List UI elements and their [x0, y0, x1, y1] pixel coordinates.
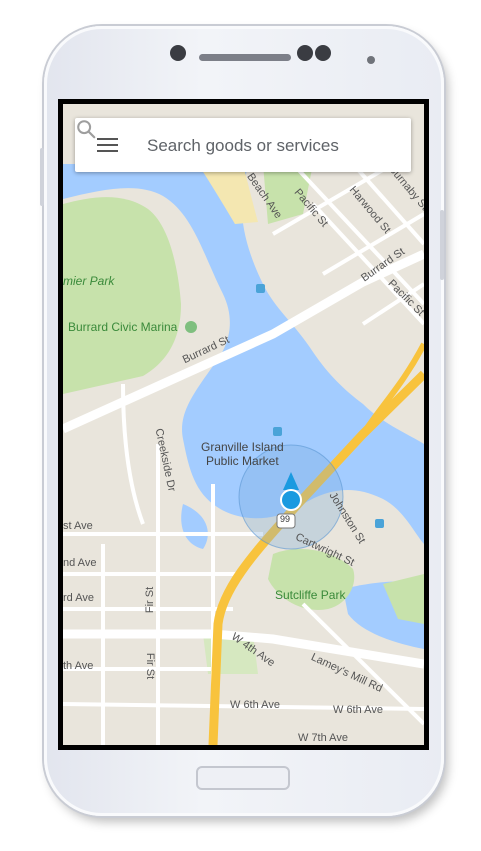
label-marina: Burrard Civic Marina: [68, 320, 178, 334]
volume-button: [40, 148, 44, 206]
label-fir-st: Fir St: [144, 652, 157, 680]
marina-icon: [185, 321, 197, 333]
boat-icon-2: [273, 427, 282, 436]
label-market: Granville Island Public Market: [201, 440, 284, 468]
label-fir-st-upper: Fir St: [144, 586, 157, 614]
label-w-7th-ave: W 7th Ave: [298, 732, 348, 744]
label-sutcliffe-park: Sutcliffe Park: [275, 588, 346, 602]
phone-screen: Pacific St Beach Ave Harwood St Burnaby …: [58, 99, 429, 750]
menu-icon[interactable]: [97, 138, 118, 153]
map-view[interactable]: Pacific St Beach Ave Harwood St Burnaby …: [63, 104, 424, 745]
label-th-ave: th Ave: [63, 660, 94, 672]
park-left: [63, 197, 181, 394]
label-route-99: 99: [280, 514, 291, 524]
sensor-2: [315, 45, 331, 61]
water-inlet: [181, 504, 208, 549]
search-icon[interactable]: [75, 118, 97, 140]
boat-icon: [256, 284, 265, 293]
search-input[interactable]: Search goods or services: [147, 136, 339, 156]
label-nd-ave: nd Ave: [63, 557, 97, 569]
home-button[interactable]: [196, 766, 290, 790]
boat-icon-3: [375, 519, 384, 528]
front-camera: [170, 45, 186, 61]
speaker-grille: [199, 54, 291, 61]
power-button: [440, 210, 444, 280]
proximity-sensor: [367, 56, 375, 64]
label-park-partial: mier Park: [63, 274, 115, 288]
sensor: [297, 45, 313, 61]
label-rd-ave: rd Ave: [63, 592, 94, 604]
my-location-icon: [280, 489, 302, 511]
label-w-6th-ave-right: W 6th Ave: [333, 704, 383, 716]
label-w-6th-ave-left: W 6th Ave: [230, 699, 280, 711]
search-bar[interactable]: Search goods or services: [75, 118, 411, 172]
label-st-ave: st Ave: [63, 520, 93, 532]
